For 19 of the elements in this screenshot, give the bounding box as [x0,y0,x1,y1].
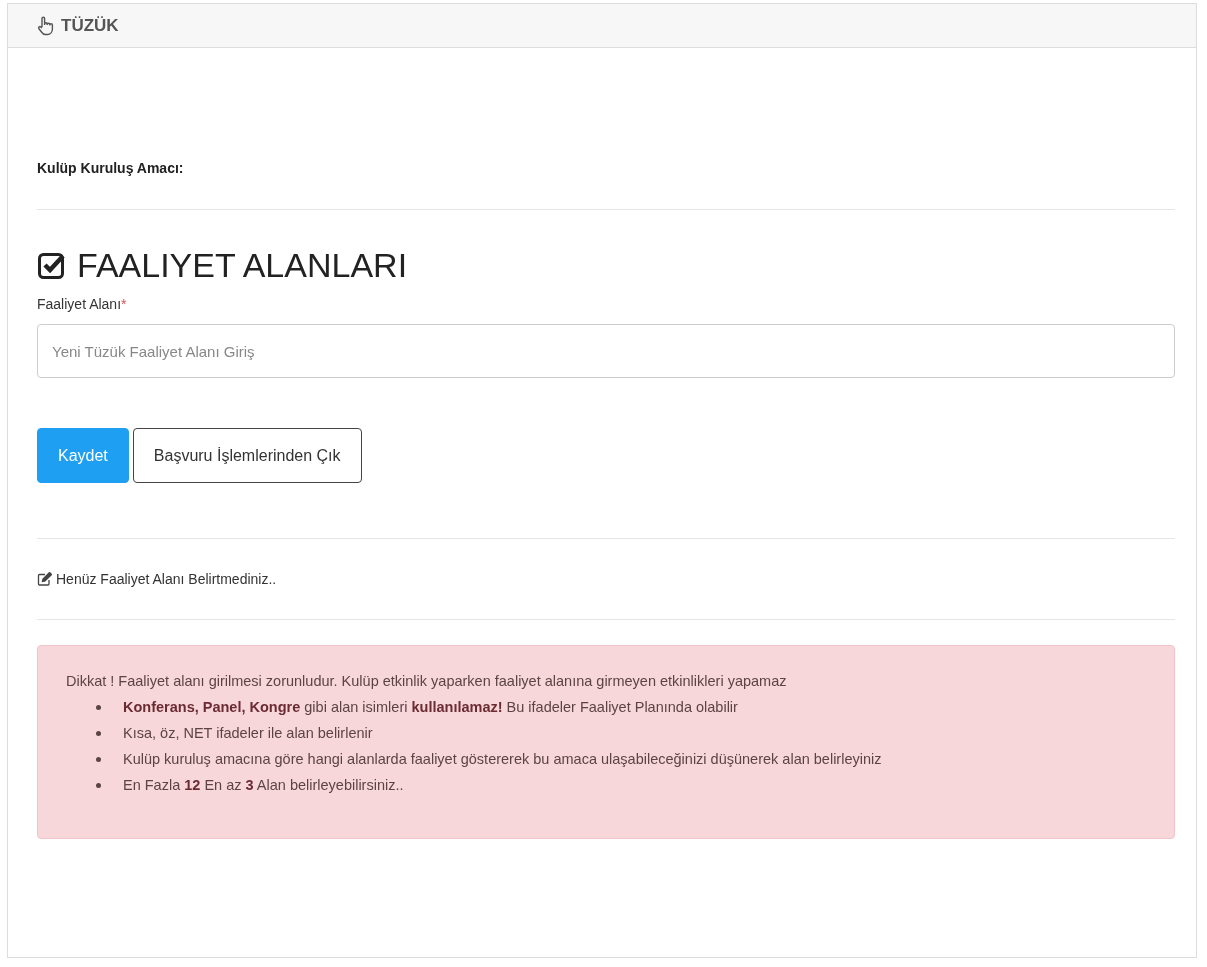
panel-title: TÜZÜK [61,15,119,36]
field-label: Kulüp Kuruluş Amacı: [37,160,184,176]
input-field[interactable]: Yeni Tüzük Faaliyet Alanı Giriş [37,324,1175,378]
checked-checkbox-icon [37,250,67,280]
bullet-icon [96,783,101,788]
list-item-text: Kısa, öz, NET ifadeler ile alan belirlenir [123,724,373,743]
list-item-text: En Fazla 12 En az 3 Alan belirleyebilirsiniz.. [123,776,404,795]
bullet-icon [96,731,101,736]
pointer-hand-icon [37,15,55,36]
edit-icon [37,572,52,586]
list-item-text: Kulüp kuruluş amacına göre hangi alanlarda faaliyet göstererek bu amaca ulaşabileceğinizi düşünerek alan belirleyiniz [123,750,882,769]
field-label: Faaliyet Alanı* [37,296,128,312]
status-note: Henüz Faaliyet Alanı Belirtmediniz.. [56,571,277,587]
bullet-icon [96,705,101,710]
exit-button[interactable]: Başvuru İşlemlerinden Çık [132,428,362,483]
section-title: FAALIYET ALANLARI [77,245,408,285]
alert-text: Dikkat ! Faaliyet alanı girilmesi zorunludur. Kulüp etkinlik yaparken faaliyet alanına girmeyen etkinlikleri yapamaz [66,672,788,691]
list-item-text: Konferans, Panel, Kongre gibi alan isimleri kullanılamaz! Bu ifadeler Faaliyet Planında olabilir [123,698,738,717]
bullet-icon [96,757,101,762]
